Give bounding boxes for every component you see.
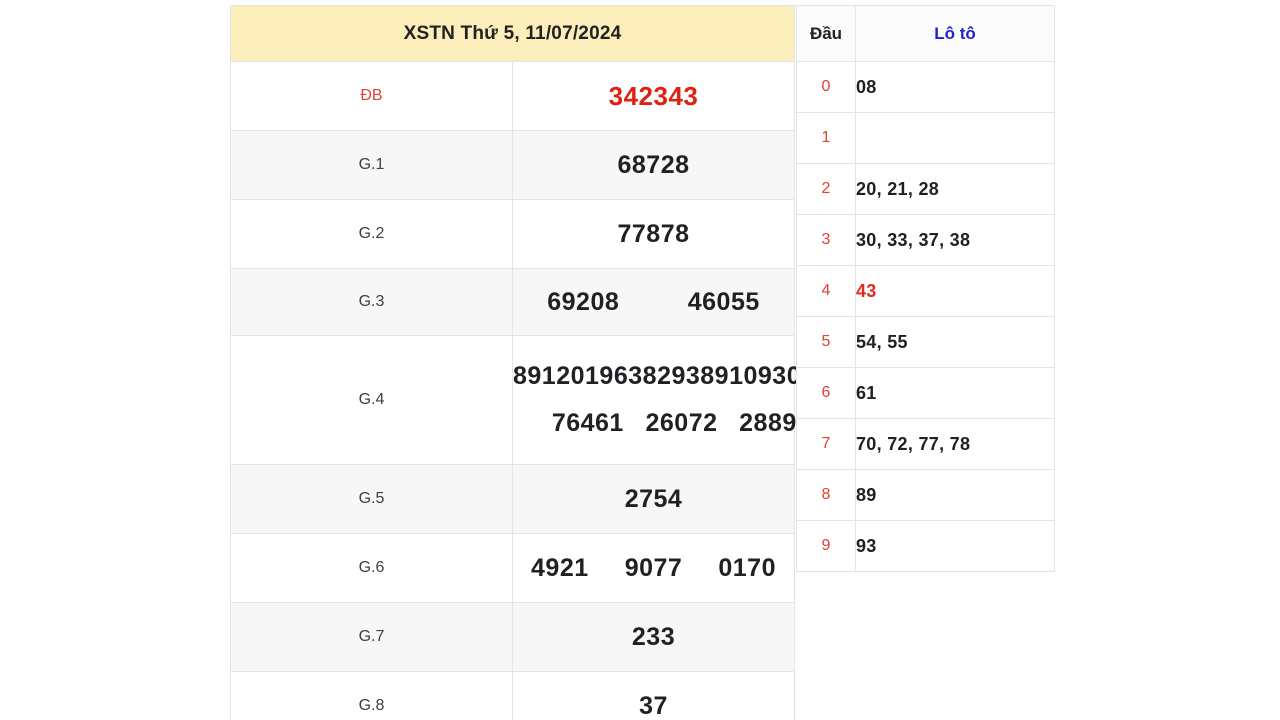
loto-values xyxy=(855,112,1055,164)
prize-row-g4: G.4 89120 19638 29389 10930 76461 26072 … xyxy=(230,335,811,465)
lottery-result-page: XSTN Thứ 5, 11/07/2024 ĐB 342343 G.1 687… xyxy=(0,0,1280,720)
loto-values: 93 xyxy=(855,520,1055,572)
prize-label-g6: G.6 xyxy=(230,533,513,603)
loto-row: 6 61 xyxy=(796,367,1055,419)
prize-number: 4921 xyxy=(531,553,589,582)
loto-digit: 2 xyxy=(796,163,856,215)
prize-values-g7: 233 xyxy=(512,602,795,672)
loto-digit: 9 xyxy=(796,520,856,572)
prize-label-g7: G.7 xyxy=(230,602,513,672)
prize-row-g2: G.2 77878 xyxy=(230,199,795,269)
prize-values-g6: 4921 9077 0170 xyxy=(512,533,795,603)
prize-number: 9077 xyxy=(624,553,683,582)
loto-values: 61 xyxy=(855,367,1055,419)
prize-number: 46055 xyxy=(687,287,760,316)
result-header-title: XSTN Thứ 5, 11/07/2024 xyxy=(230,5,795,62)
prize-number: 0170 xyxy=(718,553,776,582)
loto-row: 3 30, 33, 37, 38 xyxy=(796,214,1055,266)
prize-number: 19638 xyxy=(585,362,658,390)
loto-row: 8 89 xyxy=(796,469,1055,521)
prize-values-db: 342343 xyxy=(512,61,795,131)
loto-row: 1 xyxy=(796,112,1055,164)
prize-number: 342343 xyxy=(608,80,699,111)
prize-label-g5: G.5 xyxy=(230,464,513,534)
loto-header-dau: Đầu xyxy=(796,5,856,62)
prize-label-g4: G.4 xyxy=(230,335,513,465)
prize-label-g3: G.3 xyxy=(230,268,513,336)
prize-number: 68728 xyxy=(617,150,690,179)
loto-values: 89 xyxy=(855,469,1055,521)
prize-label-g1: G.1 xyxy=(230,130,513,200)
prize-row-g8: G.8 37 xyxy=(230,671,795,720)
loto-digit: 4 xyxy=(796,265,856,317)
prize-number: 77878 xyxy=(617,219,690,248)
prize-values-g1: 68728 xyxy=(512,130,795,200)
result-header-row: XSTN Thứ 5, 11/07/2024 xyxy=(230,5,795,62)
prize-values-g5: 2754 xyxy=(512,464,795,534)
prize-values-g4: 89120 19638 29389 10930 76461 26072 2889… xyxy=(512,335,811,465)
prize-number: 233 xyxy=(631,622,676,651)
prize-row-g6: G.6 4921 9077 0170 xyxy=(230,533,795,603)
loto-values: 08 xyxy=(855,61,1055,113)
prize-number: 89120 xyxy=(513,362,586,390)
prize-label-db: ĐB xyxy=(230,61,513,131)
loto-values: 20, 21, 28 xyxy=(855,163,1055,215)
loto-header-loto: Lô tô xyxy=(855,5,1055,62)
prize-values-g8: 37 xyxy=(512,671,795,720)
loto-values: 30, 33, 37, 38 xyxy=(855,214,1055,266)
loto-values: 70, 72, 77, 78 xyxy=(855,418,1055,470)
lottery-result-table: XSTN Thứ 5, 11/07/2024 ĐB 342343 G.1 687… xyxy=(230,5,811,720)
prize-row-g7: G.7 233 xyxy=(230,602,795,672)
prize-row-g5: G.5 2754 xyxy=(230,464,795,534)
loto-digit: 6 xyxy=(796,367,856,419)
loto-row: 4 43 xyxy=(796,265,1055,317)
loto-digit: 3 xyxy=(796,214,856,266)
prize-values-g3: 69208 46055 xyxy=(512,268,795,336)
prize-number: 76461 xyxy=(551,409,624,437)
loto-row: 7 70, 72, 77, 78 xyxy=(796,418,1055,470)
prize-number: 26072 xyxy=(645,409,718,437)
prize-number: 69208 xyxy=(547,287,620,316)
prize-number: 37 xyxy=(639,691,668,720)
loto-digit: 0 xyxy=(796,61,856,113)
loto-row: 2 20, 21, 28 xyxy=(796,163,1055,215)
prize-number: 2754 xyxy=(624,484,683,513)
loto-row: 5 54, 55 xyxy=(796,316,1055,368)
prize-values-g2: 77878 xyxy=(512,199,795,269)
loto-digit: 1 xyxy=(796,112,856,164)
loto-values: 43 xyxy=(855,265,1055,317)
prize-row-g1: G.1 68728 xyxy=(230,130,795,200)
loto-digit: 8 xyxy=(796,469,856,521)
prize-label-g2: G.2 xyxy=(230,199,513,269)
loto-digit: 7 xyxy=(796,418,856,470)
prize-number: 29389 xyxy=(657,362,730,390)
loto-row: 0 08 xyxy=(796,61,1055,113)
prize-number: 10930 xyxy=(729,362,802,390)
prize-row-db: ĐB 342343 xyxy=(230,61,795,131)
prize-label-g8: G.8 xyxy=(230,671,513,720)
loto-row: 9 93 xyxy=(796,520,1055,572)
prize-row-g3: G.3 69208 46055 xyxy=(230,268,795,336)
loto-header-row: Đầu Lô tô xyxy=(796,5,1055,62)
loto-summary-table: Đầu Lô tô 0 08 1 2 20, 21, 28 3 30, 33, … xyxy=(796,5,1055,572)
loto-values: 54, 55 xyxy=(855,316,1055,368)
loto-digit: 5 xyxy=(796,316,856,368)
